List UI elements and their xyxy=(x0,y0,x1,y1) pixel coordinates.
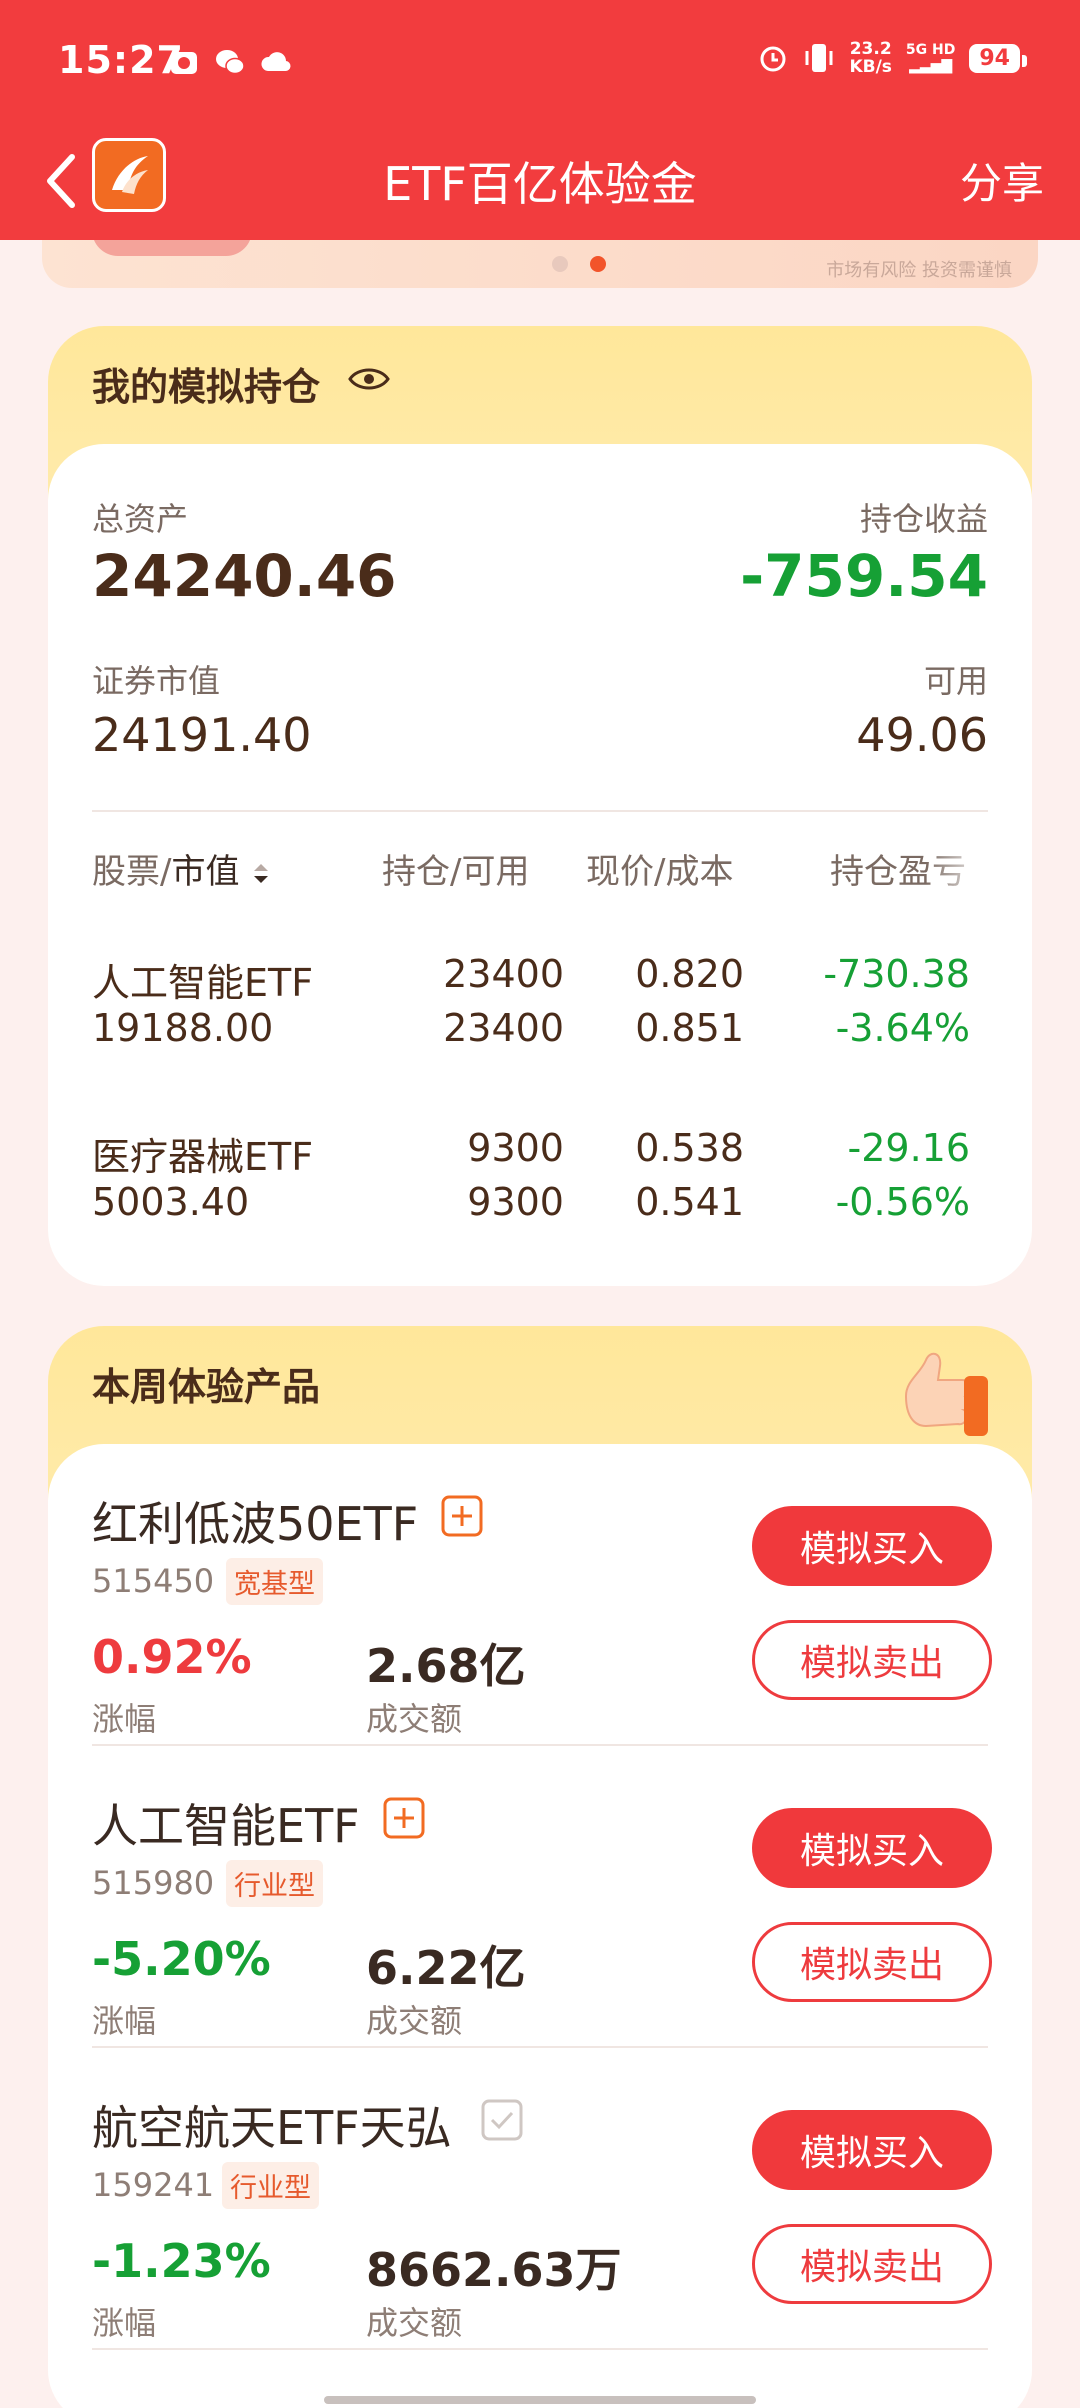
profit-value: -759.54 xyxy=(740,542,988,610)
change-label: 涨幅 xyxy=(92,2002,157,2040)
eye-icon[interactable] xyxy=(348,364,390,394)
product-item[interactable]: 红利低波50ETF 515450 宽基型 0.92% 涨幅 2.68亿 成交额 … xyxy=(48,1444,1032,1746)
product-type-tag: 行业型 xyxy=(222,2162,319,2209)
sort-icon xyxy=(254,863,269,883)
add-watchlist-icon[interactable] xyxy=(440,1494,484,1538)
status-bar: 15:27 23.2 KB/s 5G HD ▂▃▅▇ 94 xyxy=(0,0,1080,128)
carousel-dot-active[interactable] xyxy=(590,256,606,272)
product-type-tag: 宽基型 xyxy=(226,1558,323,1605)
holding-name: 人工智能ETF xyxy=(92,961,314,1005)
chevron-left-icon xyxy=(47,154,75,208)
simulate-sell-button[interactable]: 模拟卖出 xyxy=(752,2224,992,2304)
wechat-icon xyxy=(216,50,245,75)
holding-price: 0.820 xyxy=(635,952,744,996)
app-notification-icon xyxy=(171,52,197,74)
simulate-buy-button[interactable]: 模拟买入 xyxy=(752,2110,992,2190)
product-code: 515450 xyxy=(92,1562,215,1600)
holding-pnl-pct: -0.56% xyxy=(835,1180,970,1224)
nav-bar: ETF百亿体验金 分享 xyxy=(0,128,1080,240)
holding-avail: 23400 xyxy=(443,1006,564,1050)
available-label: 可用 xyxy=(923,662,988,700)
product-change: -1.23% xyxy=(92,2234,271,2288)
share-button[interactable]: 分享 xyxy=(960,150,1044,211)
simulate-sell-button[interactable]: 模拟卖出 xyxy=(752,1922,992,2002)
product-name: 红利低波50ETF xyxy=(92,1497,419,1551)
products-card: 本周体验产品 红利低波50ETF 515450 宽基型 0.92% 涨幅 2.6… xyxy=(48,1326,1032,2408)
market-value: 24191.40 xyxy=(92,708,312,762)
battery-icon: 94 xyxy=(969,43,1027,73)
holding-cost: 0.541 xyxy=(635,1180,744,1224)
added-check-icon[interactable] xyxy=(480,2098,524,2142)
product-change: -5.20% xyxy=(92,1932,271,1986)
home-indicator[interactable] xyxy=(324,2396,756,2404)
holdings-title: 我的模拟持仓 xyxy=(87,356,331,411)
app-logo xyxy=(92,138,166,212)
holding-cost: 0.851 xyxy=(635,1006,744,1050)
product-type-tag: 行业型 xyxy=(226,1860,323,1907)
net-speed: 23.2 KB/s xyxy=(849,39,892,77)
change-label: 涨幅 xyxy=(92,1700,157,1738)
divider xyxy=(92,810,988,812)
risk-disclaimer: 市场有风险 投资需谨慎 xyxy=(826,260,1012,281)
total-assets-value: 24240.46 xyxy=(92,542,397,610)
total-assets-label: 总资产 xyxy=(92,500,189,538)
holdings-card: 我的模拟持仓 总资产 24240.46 持仓收益 -759.54 证券市值 24… xyxy=(48,326,1032,1286)
column-hold: 持仓/可用 xyxy=(382,852,530,892)
product-volume: 2.68亿 xyxy=(366,1639,526,1693)
vibrate-icon xyxy=(805,44,833,72)
product-name: 人工智能ETF xyxy=(92,1799,360,1853)
top-bar: 15:27 23.2 KB/s 5G HD ▂▃▅▇ 94 ETF百亿体验金 分享 xyxy=(0,0,1080,240)
change-label: 涨幅 xyxy=(92,2304,157,2342)
holding-value: 5003.40 xyxy=(92,1180,250,1224)
column-pnl: 持仓盈亏 xyxy=(830,852,966,892)
status-time: 15:27 xyxy=(58,38,184,82)
divider xyxy=(92,2348,988,2350)
volume-label: 成交额 xyxy=(366,1700,463,1738)
market-value-label: 证券市值 xyxy=(92,662,221,700)
carousel-dots xyxy=(552,256,606,272)
holding-hold: 23400 xyxy=(443,952,564,996)
alarm-icon xyxy=(760,46,786,72)
logo-icon xyxy=(112,156,148,194)
holding-pnl: -730.38 xyxy=(823,952,970,996)
simulate-buy-button[interactable]: 模拟买入 xyxy=(752,1808,992,1888)
simulate-buy-button[interactable]: 模拟买入 xyxy=(752,1506,992,1586)
holding-value: 19188.00 xyxy=(92,1006,274,1050)
holding-pnl-pct: -3.64% xyxy=(835,1006,970,1050)
holding-price: 0.538 xyxy=(635,1126,744,1170)
profit-label: 持仓收益 xyxy=(859,500,988,538)
product-volume: 8662.63万 xyxy=(366,2243,622,2297)
volume-label: 成交额 xyxy=(366,2304,463,2342)
simulate-sell-button[interactable]: 模拟卖出 xyxy=(752,1620,992,1700)
product-code: 159241 xyxy=(92,2166,215,2204)
product-name: 航空航天ETF天弘 xyxy=(92,2101,452,2155)
holding-name: 医疗器械ETF xyxy=(92,1135,314,1179)
available-value: 49.06 xyxy=(856,708,988,762)
product-volume: 6.22亿 xyxy=(366,1941,526,1995)
product-item[interactable]: 航空航天ETF天弘 159241 行业型 -1.23% 涨幅 8662.63万 … xyxy=(48,2048,1032,2350)
thumbs-up-icon xyxy=(904,1352,988,1436)
add-watchlist-icon[interactable] xyxy=(382,1796,426,1840)
volume-label: 成交额 xyxy=(366,2002,463,2040)
cloud-icon xyxy=(261,52,291,72)
products-title: 本周体验产品 xyxy=(87,1356,331,1411)
column-price: 现价/成本 xyxy=(586,852,734,892)
back-button[interactable] xyxy=(30,146,90,216)
holding-hold: 9300 xyxy=(467,1126,564,1170)
sort-header-stock[interactable]: 股票/市值 xyxy=(92,844,272,893)
product-item[interactable]: 人工智能ETF 515980 行业型 -5.20% 涨幅 6.22亿 成交额 模… xyxy=(48,1746,1032,2048)
holding-avail: 9300 xyxy=(467,1180,564,1224)
carousel-dot[interactable] xyxy=(552,256,568,272)
signal-icon: 5G HD ▂▃▅▇ xyxy=(905,42,956,74)
holding-pnl: -29.16 xyxy=(847,1126,971,1170)
product-change: 0.92% xyxy=(92,1630,252,1684)
product-code: 515980 xyxy=(92,1864,215,1902)
